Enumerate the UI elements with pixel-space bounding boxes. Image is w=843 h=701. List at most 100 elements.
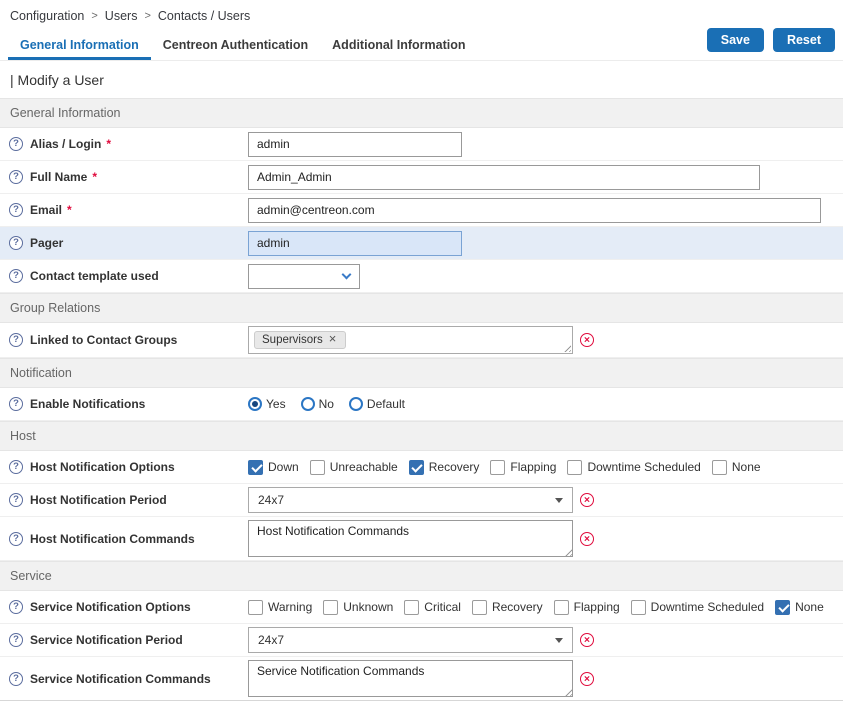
tab-bar: General Information Centreon Authenticat… — [0, 25, 843, 61]
breadcrumb-item-users[interactable]: Users — [105, 9, 138, 23]
breadcrumb-separator: > — [91, 10, 97, 22]
contact-template-select[interactable] — [248, 264, 360, 289]
field-row-email: Email * — [0, 194, 843, 227]
checkbox-icon — [323, 600, 338, 615]
checkbox-host-unreachable[interactable]: Unreachable — [310, 460, 398, 475]
help-icon[interactable] — [9, 137, 23, 151]
checkbox-service-critical[interactable]: Critical — [404, 600, 461, 615]
caret-down-icon — [555, 498, 563, 503]
radio-label: No — [319, 397, 334, 411]
checkbox-host-downtime-scheduled[interactable]: Downtime Scheduled — [567, 460, 700, 475]
tag-supervisors: Supervisors — [254, 331, 346, 349]
field-label-host-notification-commands: Host Notification Commands — [0, 532, 248, 546]
alias-input[interactable] — [248, 132, 462, 157]
field-label-pager: Pager — [0, 236, 248, 250]
checkbox-label: Unknown — [343, 600, 393, 614]
tab-general-information[interactable]: General Information — [8, 29, 151, 60]
breadcrumb-separator: > — [144, 10, 150, 22]
help-icon[interactable] — [9, 333, 23, 347]
checkbox-service-none[interactable]: None — [775, 600, 824, 615]
clear-icon[interactable] — [580, 493, 594, 507]
radio-default[interactable]: Default — [349, 397, 405, 411]
help-icon[interactable] — [9, 493, 23, 507]
save-button[interactable]: Save — [707, 28, 764, 52]
field-row-host-notification-period: Host Notification Period 24x7 — [0, 484, 843, 517]
checkbox-label: Recovery — [429, 460, 480, 474]
tab-centreon-authentication[interactable]: Centreon Authentication — [151, 29, 320, 60]
checkbox-icon — [409, 460, 424, 475]
full-name-input[interactable] — [248, 165, 760, 190]
help-icon[interactable] — [9, 170, 23, 184]
tab-additional-information[interactable]: Additional Information — [320, 29, 477, 60]
caret-down-icon — [555, 638, 563, 643]
help-icon[interactable] — [9, 633, 23, 647]
help-icon[interactable] — [9, 397, 23, 411]
clear-icon[interactable] — [580, 633, 594, 647]
field-cell-host-notification-commands: Host Notification Commands — [248, 520, 843, 557]
breadcrumb: Configuration > Users > Contacts / Users — [0, 0, 843, 25]
field-label-text: Host Notification Period — [30, 493, 167, 507]
resize-handle[interactable] — [562, 343, 571, 352]
tag-remove-icon[interactable] — [329, 335, 338, 345]
checkbox-host-down[interactable]: Down — [248, 460, 299, 475]
breadcrumb-item-contacts-users[interactable]: Contacts / Users — [158, 9, 250, 23]
help-icon[interactable] — [9, 600, 23, 614]
help-icon[interactable] — [9, 460, 23, 474]
contact-groups-input[interactable]: Supervisors — [248, 326, 573, 354]
radio-yes[interactable]: Yes — [248, 397, 286, 411]
checkbox-host-recovery[interactable]: Recovery — [409, 460, 480, 475]
section-header-notification: Notification — [0, 358, 843, 388]
radio-icon — [301, 397, 315, 411]
checkbox-icon — [631, 600, 646, 615]
checkbox-icon — [554, 600, 569, 615]
field-cell-host-notification-options: Down Unreachable Recovery Flapping Downt… — [248, 460, 843, 475]
clear-icon[interactable] — [580, 672, 594, 686]
radio-no[interactable]: No — [301, 397, 334, 411]
checkbox-label: Warning — [268, 600, 312, 614]
field-row-full-name: Full Name * — [0, 161, 843, 194]
field-row-service-notification-options: Service Notification Options Warning Unk… — [0, 591, 843, 624]
reset-button[interactable]: Reset — [773, 28, 835, 52]
clear-icon[interactable] — [580, 333, 594, 347]
field-label-text: Linked to Contact Groups — [30, 333, 177, 347]
field-label-alias: Alias / Login * — [0, 137, 248, 151]
service-notification-period-select[interactable]: 24x7 — [248, 627, 573, 653]
field-row-host-notification-options: Host Notification Options Down Unreachab… — [0, 451, 843, 484]
checkbox-service-flapping[interactable]: Flapping — [554, 600, 620, 615]
service-notification-commands-input[interactable]: Service Notification Commands — [248, 660, 573, 697]
required-asterisk: * — [92, 170, 97, 184]
checkbox-host-flapping[interactable]: Flapping — [490, 460, 556, 475]
email-input[interactable] — [248, 198, 821, 223]
help-icon[interactable] — [9, 672, 23, 686]
checkbox-icon — [472, 600, 487, 615]
help-icon[interactable] — [9, 269, 23, 283]
field-cell-pager — [248, 231, 843, 256]
field-label-contact-groups: Linked to Contact Groups — [0, 333, 248, 347]
help-icon[interactable] — [9, 203, 23, 217]
page-title: | Modify a User — [0, 61, 843, 98]
checkbox-service-warning[interactable]: Warning — [248, 600, 312, 615]
field-label-text: Host Notification Options — [30, 460, 175, 474]
field-label-service-notification-options: Service Notification Options — [0, 600, 248, 614]
field-label-text: Pager — [30, 236, 63, 250]
help-icon[interactable] — [9, 236, 23, 250]
host-notification-commands-input[interactable]: Host Notification Commands — [248, 520, 573, 557]
checkbox-label: Unreachable — [330, 460, 398, 474]
pager-input[interactable] — [248, 231, 462, 256]
breadcrumb-item-configuration[interactable]: Configuration — [10, 9, 84, 23]
checkbox-service-unknown[interactable]: Unknown — [323, 600, 393, 615]
required-asterisk: * — [67, 203, 72, 217]
host-notification-period-select[interactable]: 24x7 — [248, 487, 573, 513]
checkbox-service-recovery[interactable]: Recovery — [472, 600, 543, 615]
clear-icon[interactable] — [580, 532, 594, 546]
field-cell-full-name — [248, 165, 843, 190]
checkbox-host-none[interactable]: None — [712, 460, 761, 475]
service-options-checkbox-group: Warning Unknown Critical Recovery Flappi… — [248, 600, 824, 615]
field-row-contact-groups: Linked to Contact Groups Supervisors — [0, 323, 843, 358]
help-icon[interactable] — [9, 532, 23, 546]
checkbox-service-downtime-scheduled[interactable]: Downtime Scheduled — [631, 600, 764, 615]
field-row-service-notification-commands: Service Notification Commands Service No… — [0, 657, 843, 701]
checkbox-label: Flapping — [574, 600, 620, 614]
field-row-enable-notifications: Enable Notifications Yes No Default — [0, 388, 843, 421]
checkbox-icon — [310, 460, 325, 475]
